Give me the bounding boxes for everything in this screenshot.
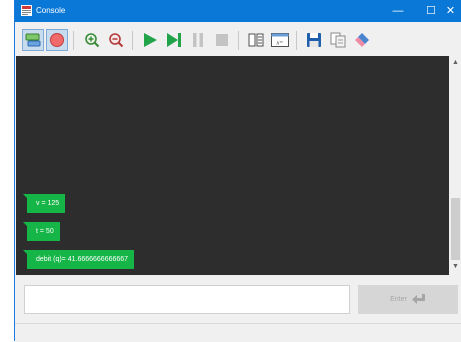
enter-arrow-icon [411,294,425,304]
toolbar-separator [296,31,297,50]
close-button[interactable]: ✕ [439,0,461,22]
zoom-in-icon [85,33,100,48]
zoom-in-button[interactable] [81,29,103,51]
message-text: v = 125 [36,200,60,207]
message-text: debit (q)= 41.6666666666667 [36,256,129,263]
message-text: t = 50 [36,228,54,235]
step-forward-icon [167,33,181,47]
title-bar[interactable]: Console — ☐ ✕ [15,0,461,22]
copy-icon [330,32,346,48]
play-button[interactable] [139,29,161,51]
record-icon [50,33,64,47]
scroll-down-icon[interactable]: ▼ [452,263,459,270]
app-icon [21,5,32,16]
split-view-button[interactable] [245,29,267,51]
enter-label: Enter [390,296,407,303]
minimize-button[interactable]: — [380,0,416,22]
toolbar-separator [73,31,74,50]
variables-label: x= [276,41,284,47]
toolbar-separator [132,31,133,50]
console-message: debit (q)= 41.6666666666667 [22,250,135,269]
play-icon [144,33,157,47]
eraser-button[interactable] [351,29,373,51]
save-button[interactable] [303,29,325,51]
console-window: Console — ☐ ✕ x= v = 125 t = 50 debit (q… [14,0,461,342]
step-forward-button[interactable] [163,29,185,51]
enter-button[interactable]: Enter [358,285,458,314]
console-message: t = 50 [23,222,60,241]
zoom-out-button[interactable] [105,29,127,51]
scroll-thumb[interactable] [451,198,460,260]
console-message: v = 125 [22,194,66,213]
console-view-icon [25,33,41,47]
stop-button[interactable] [211,29,233,51]
console-view-button[interactable] [22,29,44,51]
copy-button[interactable] [327,29,349,51]
command-input[interactable] [24,285,350,314]
zoom-out-icon [109,33,124,48]
eraser-icon [355,33,369,47]
status-bar [15,323,461,342]
toolbar: x= [15,22,461,56]
scroll-up-icon[interactable]: ▲ [452,59,459,66]
vertical-scrollbar[interactable]: ▲ ▼ [449,56,461,275]
pause-button[interactable] [187,29,209,51]
split-view-icon [248,33,264,47]
toolbar-separator [238,31,239,50]
stop-icon [216,34,228,46]
pause-icon [193,33,203,47]
save-icon [307,33,321,47]
variables-button[interactable]: x= [269,29,291,51]
window-title: Console [36,6,66,15]
variables-icon: x= [271,33,289,47]
record-button[interactable] [46,29,68,51]
console-output[interactable]: v = 125 t = 50 debit (q)= 41.66666666666… [16,56,449,275]
